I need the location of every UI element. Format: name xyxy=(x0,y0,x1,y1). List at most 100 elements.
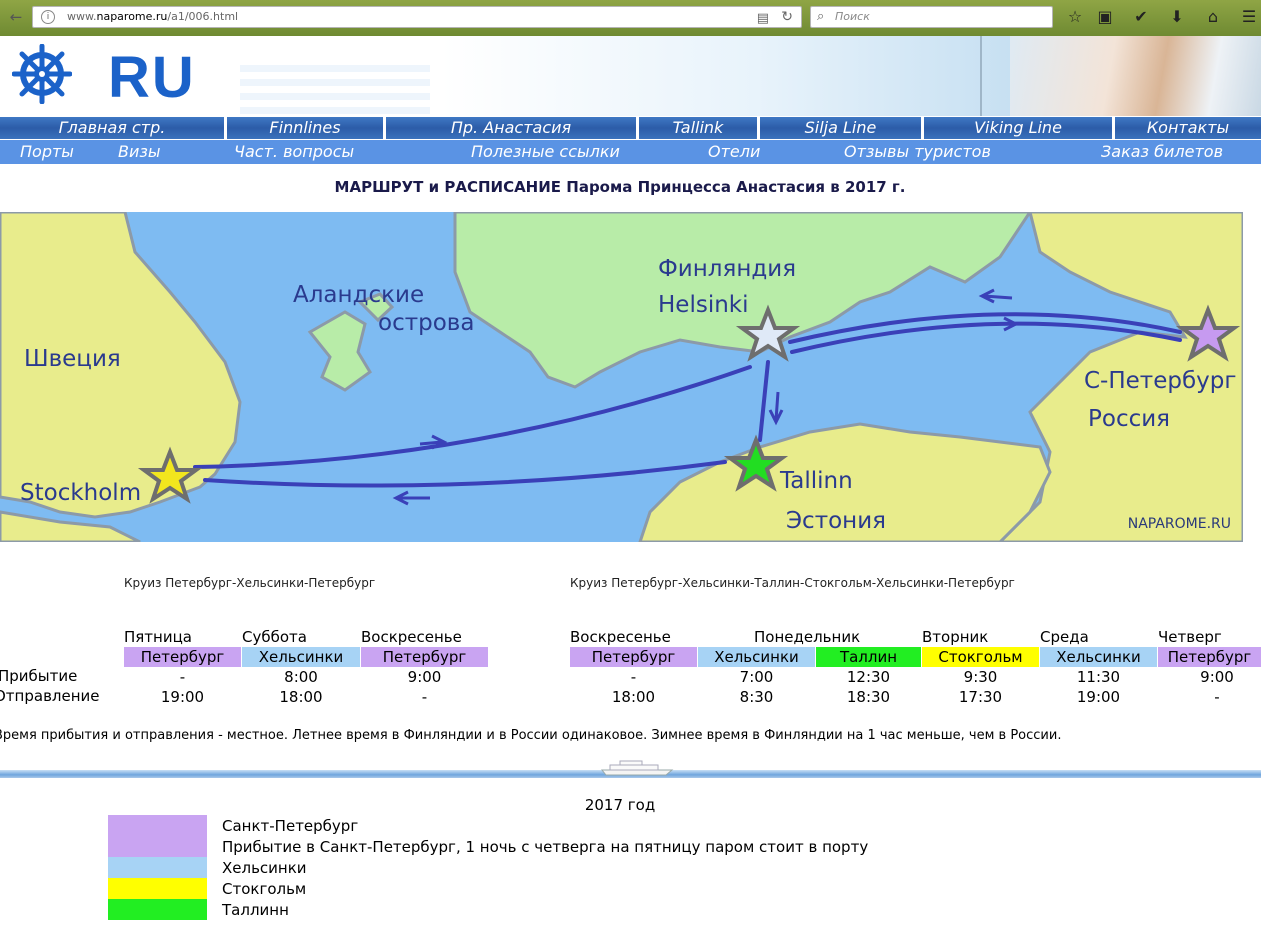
cruise2-arrival: 9:30 xyxy=(963,668,998,686)
map-credit: NAPAROME.RU xyxy=(1127,516,1231,532)
map-label-spb: С-Петербург xyxy=(1084,368,1237,394)
cruise1-arrival: 8:00 xyxy=(284,668,318,686)
cruise2-arrival: - xyxy=(630,668,637,686)
cruise1-day: Суббота xyxy=(242,628,307,646)
nav-tallink[interactable]: Tallink xyxy=(639,117,757,139)
nav-viking-line[interactable]: Viking Line xyxy=(924,117,1112,139)
year-heading: 2017 год xyxy=(584,796,656,814)
header-photo xyxy=(1010,36,1261,116)
map-label-aland-1: Аландские xyxy=(293,282,425,308)
map-label-tallinn: Tallinn xyxy=(780,468,853,494)
cruise1-day: Воскресенье xyxy=(361,628,462,646)
header-mast xyxy=(980,36,982,116)
cruise2-day: Четверг xyxy=(1158,628,1222,646)
cruise1-day: Пятница xyxy=(124,628,192,646)
cruise2-port: Стокгольм xyxy=(922,647,1039,667)
cruise2-departure: 17:30 xyxy=(958,688,1003,706)
cruise2-day: Вторник xyxy=(922,628,989,646)
ferry-icon xyxy=(600,760,674,776)
cruise1-port: Петербург xyxy=(361,647,488,667)
header-decoration xyxy=(240,58,430,114)
cruise2-day: Понедельник xyxy=(754,628,861,646)
search-input[interactable]: ⌕ Поиск xyxy=(810,6,1053,28)
url-path: /a1/006.html xyxy=(167,10,239,23)
search-icon: ⌕ xyxy=(817,9,825,24)
cruise1-title: Круиз Петербург-Хельсинки-Петербург xyxy=(124,576,376,590)
nav-faq[interactable]: Част. вопросы xyxy=(234,140,354,164)
nav-useful-links[interactable]: Полезные ссылки xyxy=(471,140,620,164)
cruise1-port: Хельсинки xyxy=(242,647,360,667)
site-header: RU xyxy=(0,36,1261,116)
map-label-sweden: Швеция xyxy=(24,346,121,372)
bookmark-star-icon[interactable]: ☆ xyxy=(1064,6,1086,28)
info-icon[interactable]: i xyxy=(41,10,55,24)
cruise2-port: Таллин xyxy=(816,647,921,667)
nav-hotels[interactable]: Отели xyxy=(708,140,760,164)
legend-text: Санкт-Петербург xyxy=(222,817,359,835)
map-label-stockholm: Stockholm xyxy=(20,480,142,506)
site-logo[interactable]: RU xyxy=(108,46,196,110)
legend-swatch-helsinki xyxy=(108,857,207,878)
cruise1-port: Петербург xyxy=(124,647,241,667)
page-title: МАРШРУТ и РАСПИСАНИЕ Парома Принцесса Ан… xyxy=(334,178,906,196)
cruise1-departure: 19:00 xyxy=(160,688,205,706)
url-prefix: www. xyxy=(67,10,97,23)
legend-text: Стокгольм xyxy=(222,880,307,898)
nav-silja-line[interactable]: Silja Line xyxy=(760,117,921,139)
legend-swatch-tallinn xyxy=(108,899,207,920)
legend-text: Хельсинки xyxy=(222,859,307,877)
cruise2-arrival: 11:30 xyxy=(1076,668,1121,686)
legend-text: Таллинн xyxy=(222,901,289,919)
cruise2-day: Воскресенье xyxy=(570,628,671,646)
nav-contacts[interactable]: Контакты xyxy=(1115,117,1261,139)
cruise2-departure: 19:00 xyxy=(1076,688,1121,706)
nav-reviews[interactable]: Отзывы туристов xyxy=(844,140,991,164)
reload-icon[interactable]: ↻ xyxy=(781,7,793,27)
ship-wheel-icon xyxy=(12,44,72,104)
address-bar[interactable]: i www.naparome.ru/a1/006.html ▤ ↻ xyxy=(32,6,802,28)
nav-anastasia[interactable]: Пр. Анастасия xyxy=(386,117,636,139)
download-icon[interactable]: ⬇ xyxy=(1166,6,1188,28)
search-placeholder: Поиск xyxy=(835,10,870,23)
cruise2-departure: 8:30 xyxy=(739,688,774,706)
nav-tickets[interactable]: Заказ билетов xyxy=(1101,140,1223,164)
map-graphic xyxy=(0,212,1243,542)
map-label-estonia: Эстония xyxy=(786,508,886,534)
map-label-finland: Финляндия xyxy=(658,256,797,282)
map-label-aland-2: острова xyxy=(378,310,475,336)
primary-nav: Главная стр. Finnlines Пр. Анастасия Tal… xyxy=(0,116,1261,140)
legend-swatch-spb xyxy=(108,815,207,857)
departure-row-label: Отправление xyxy=(0,687,100,705)
nav-home[interactable]: Главная стр. xyxy=(0,117,224,139)
url-domain: naparome.ru xyxy=(96,10,168,23)
aland-islands xyxy=(307,310,372,392)
reading-list-icon[interactable]: ▣ xyxy=(1094,6,1116,28)
nav-finnlines[interactable]: Finnlines xyxy=(227,117,383,139)
cruise2-port: Хельсинки xyxy=(698,647,815,667)
legend-text: Прибытие в Санкт-Петербург, 1 ночь с чет… xyxy=(222,838,869,856)
cruise2-port: Петербург xyxy=(570,647,697,667)
cruise2-port: Петербург xyxy=(1158,647,1261,667)
cruise2-title: Круиз Петербург-Хельсинки-Таллин-Стокгол… xyxy=(570,576,1015,590)
nav-visas[interactable]: Визы xyxy=(118,140,161,164)
pocket-icon[interactable]: ✔ xyxy=(1130,6,1152,28)
cruise2-day: Среда xyxy=(1040,628,1089,646)
browser-toolbar: ← i www.naparome.ru/a1/006.html ▤ ↻ ⌕ По… xyxy=(0,0,1261,36)
nav-ports[interactable]: Порты xyxy=(20,140,74,164)
cruise1-arrival: 9:00 xyxy=(407,668,442,686)
cruise1-departure: 18:00 xyxy=(279,688,323,706)
home-icon[interactable]: ⌂ xyxy=(1202,6,1224,28)
cruise2-arrival: 9:00 xyxy=(1200,668,1234,686)
menu-icon[interactable]: ☰ xyxy=(1238,6,1260,28)
time-note: Время прибытия и отправления - местное. … xyxy=(0,728,1062,743)
map-label-helsinki: Helsinki xyxy=(658,292,749,318)
back-arrow-icon[interactable]: ← xyxy=(6,7,26,27)
arrival-row-label: Прибытие xyxy=(0,667,78,685)
cruise2-arrival: 12:30 xyxy=(846,668,891,686)
cruise2-departure: 18:30 xyxy=(846,688,891,706)
map-label-russia: Россия xyxy=(1088,406,1171,432)
cruise1-departure: - xyxy=(421,688,428,706)
cruise1-arrival: - xyxy=(179,668,186,686)
sweden-south-land xyxy=(0,510,141,542)
reader-view-icon[interactable]: ▤ xyxy=(757,9,769,29)
